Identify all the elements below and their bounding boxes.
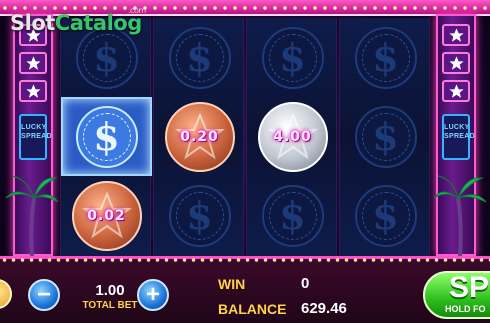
reel-cell: $ (61, 97, 152, 176)
spin-sublabel: HOLD FO (445, 304, 486, 314)
star-icon (19, 52, 47, 74)
dollar-symbol-icon: $ (354, 26, 417, 89)
palm-tree-icon (433, 175, 487, 257)
star-icon (19, 80, 47, 102)
star-icon (442, 24, 470, 46)
slot-game-screen: LUCKY SPREAD LUCKY SPREAD $ $0.02 $0.20 $ $4… (0, 0, 490, 323)
watermark-logo: SlotCatalog .com (10, 6, 146, 35)
bronze-prize-coin: 0.20 (164, 101, 235, 172)
prize-value: 4.00 (273, 128, 312, 145)
reel-cell: 0.02 (61, 176, 152, 255)
dollar-symbol-icon: $ (168, 184, 231, 247)
silver-prize-coin: 4.00 (257, 101, 328, 172)
dollar-symbol-icon: $ (75, 26, 138, 89)
lucky-spread-sign: LUCKY SPREAD (19, 114, 52, 160)
watermark-com: .com (128, 6, 146, 15)
palm-tree-icon (5, 175, 59, 257)
reel-cell: 4.00 (247, 97, 338, 176)
dollar-symbol-icon: $ (168, 26, 231, 89)
reel-column: $ $ $ (339, 18, 430, 256)
reel-cell: $ (247, 18, 338, 97)
reel-cell: $ (247, 176, 338, 255)
bet-value: 1.00 (95, 282, 125, 299)
sign-line-1: LUCKY (444, 124, 470, 131)
reel-cell: $ (340, 18, 431, 97)
balance-label: BALANCE (218, 301, 287, 317)
dollar-symbol-icon: $ (75, 105, 138, 168)
bronze-prize-coin: 0.02 (71, 180, 142, 251)
star-icon (442, 80, 470, 102)
dollar-symbol-icon: $ (354, 105, 417, 168)
star-icon (442, 52, 470, 74)
prize-value: 0.20 (180, 128, 219, 145)
reel-column: $0.20 $ (153, 18, 244, 256)
dollar-symbol-icon: $ (354, 184, 417, 247)
dollar-symbol-icon: $ (261, 184, 324, 247)
reel-column: $4.00 $ (246, 18, 337, 256)
reel-cell: 0.20 (154, 97, 245, 176)
sign-line-2: SPREAD (21, 133, 52, 140)
watermark-slot: Slot (10, 11, 55, 35)
spin-label: SP (449, 271, 490, 304)
reel-column: $ $0.02 (60, 18, 152, 256)
reel-cell: $ (154, 18, 245, 97)
spin-button[interactable]: SP HOLD FO (423, 271, 490, 319)
increase-bet-button[interactable]: + (137, 279, 169, 311)
sign-line-2: SPREAD (444, 133, 475, 140)
win-label: WIN (218, 276, 246, 292)
reel-cell: $ (340, 97, 431, 176)
decrease-bet-button[interactable]: − (28, 279, 60, 311)
reel-cell: $ (340, 176, 431, 255)
dollar-symbol-icon: $ (261, 26, 324, 89)
lucky-spread-sign: LUCKY SPREAD (442, 114, 475, 160)
prize-value: 0.02 (87, 207, 126, 224)
balance-value: 629.46 (301, 300, 347, 317)
reel-grid: $ $0.02 $0.20 $ $4.00 $ $ $ $ (60, 18, 430, 256)
sign-line-1: LUCKY (21, 124, 47, 131)
reel-cell: $ (154, 176, 245, 255)
win-value: 0 (301, 275, 310, 292)
